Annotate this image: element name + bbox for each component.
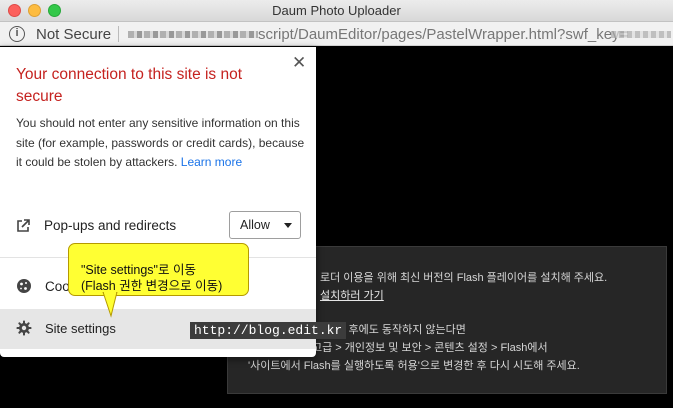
chevron-down-icon xyxy=(284,223,292,228)
window-title: Daum Photo Uploader xyxy=(272,3,401,18)
watermark: http://blog.edit.kr xyxy=(190,322,347,339)
address-bar[interactable]: i Not Secure script/DaumEditor/pages/Pas… xyxy=(0,22,673,46)
annotation-line-1: "Site settings"로 이동 xyxy=(81,263,196,277)
popups-redirects-row: Pop-ups and redirects Allow xyxy=(0,207,316,247)
security-status[interactable]: Not Secure xyxy=(36,26,111,43)
cookie-icon xyxy=(17,279,31,293)
url-text[interactable]: script/DaumEditor/pages/PastelWrapper.ht… xyxy=(258,26,628,43)
url-divider xyxy=(118,26,119,42)
flash-install-link[interactable]: 설치하러 가기 xyxy=(320,287,384,303)
popups-permission-value: Allow xyxy=(240,218,270,232)
flash-line-4: 고급 > 개인정보 및 보안 > 콘텐츠 설정 > Flash에서 xyxy=(312,342,548,354)
description-text: You should not enter any sensitive infor… xyxy=(16,116,305,169)
title-bar: Daum Photo Uploader xyxy=(0,0,673,22)
popups-permission-select[interactable]: Allow xyxy=(229,211,301,239)
popups-redirects-label: Pop-ups and redirects xyxy=(44,218,177,233)
site-settings-label: Site settings xyxy=(45,321,116,336)
popup-heading: Your connection to this site is not secu… xyxy=(16,66,243,105)
learn-more-link[interactable]: Learn more xyxy=(181,155,242,169)
annotation-callout: "Site settings"로 이동 (Flash 권한 변경으로 이동) xyxy=(68,243,249,296)
callout-pointer xyxy=(102,292,118,318)
info-icon[interactable]: i xyxy=(9,26,25,42)
popup-description: You should not enter any sensitive infor… xyxy=(16,114,306,173)
site-info-popup: ✕ Your connection to this site is not se… xyxy=(0,47,316,357)
gear-icon xyxy=(16,320,32,336)
cookies-label: Coo xyxy=(45,279,70,294)
external-link-icon xyxy=(17,219,30,232)
flash-line-5: '사이트에서 Flash를 실행하도록 허용'으로 변경한 후 다시 시도해 주… xyxy=(248,360,580,372)
url-blurred-host xyxy=(128,31,258,38)
url-blurred-query xyxy=(611,31,671,38)
close-icon[interactable]: ✕ xyxy=(292,53,306,73)
flash-line-1: 로더 이용을 위해 최신 버전의 Flash 플레이어를 설치해 주세요. xyxy=(320,272,608,284)
